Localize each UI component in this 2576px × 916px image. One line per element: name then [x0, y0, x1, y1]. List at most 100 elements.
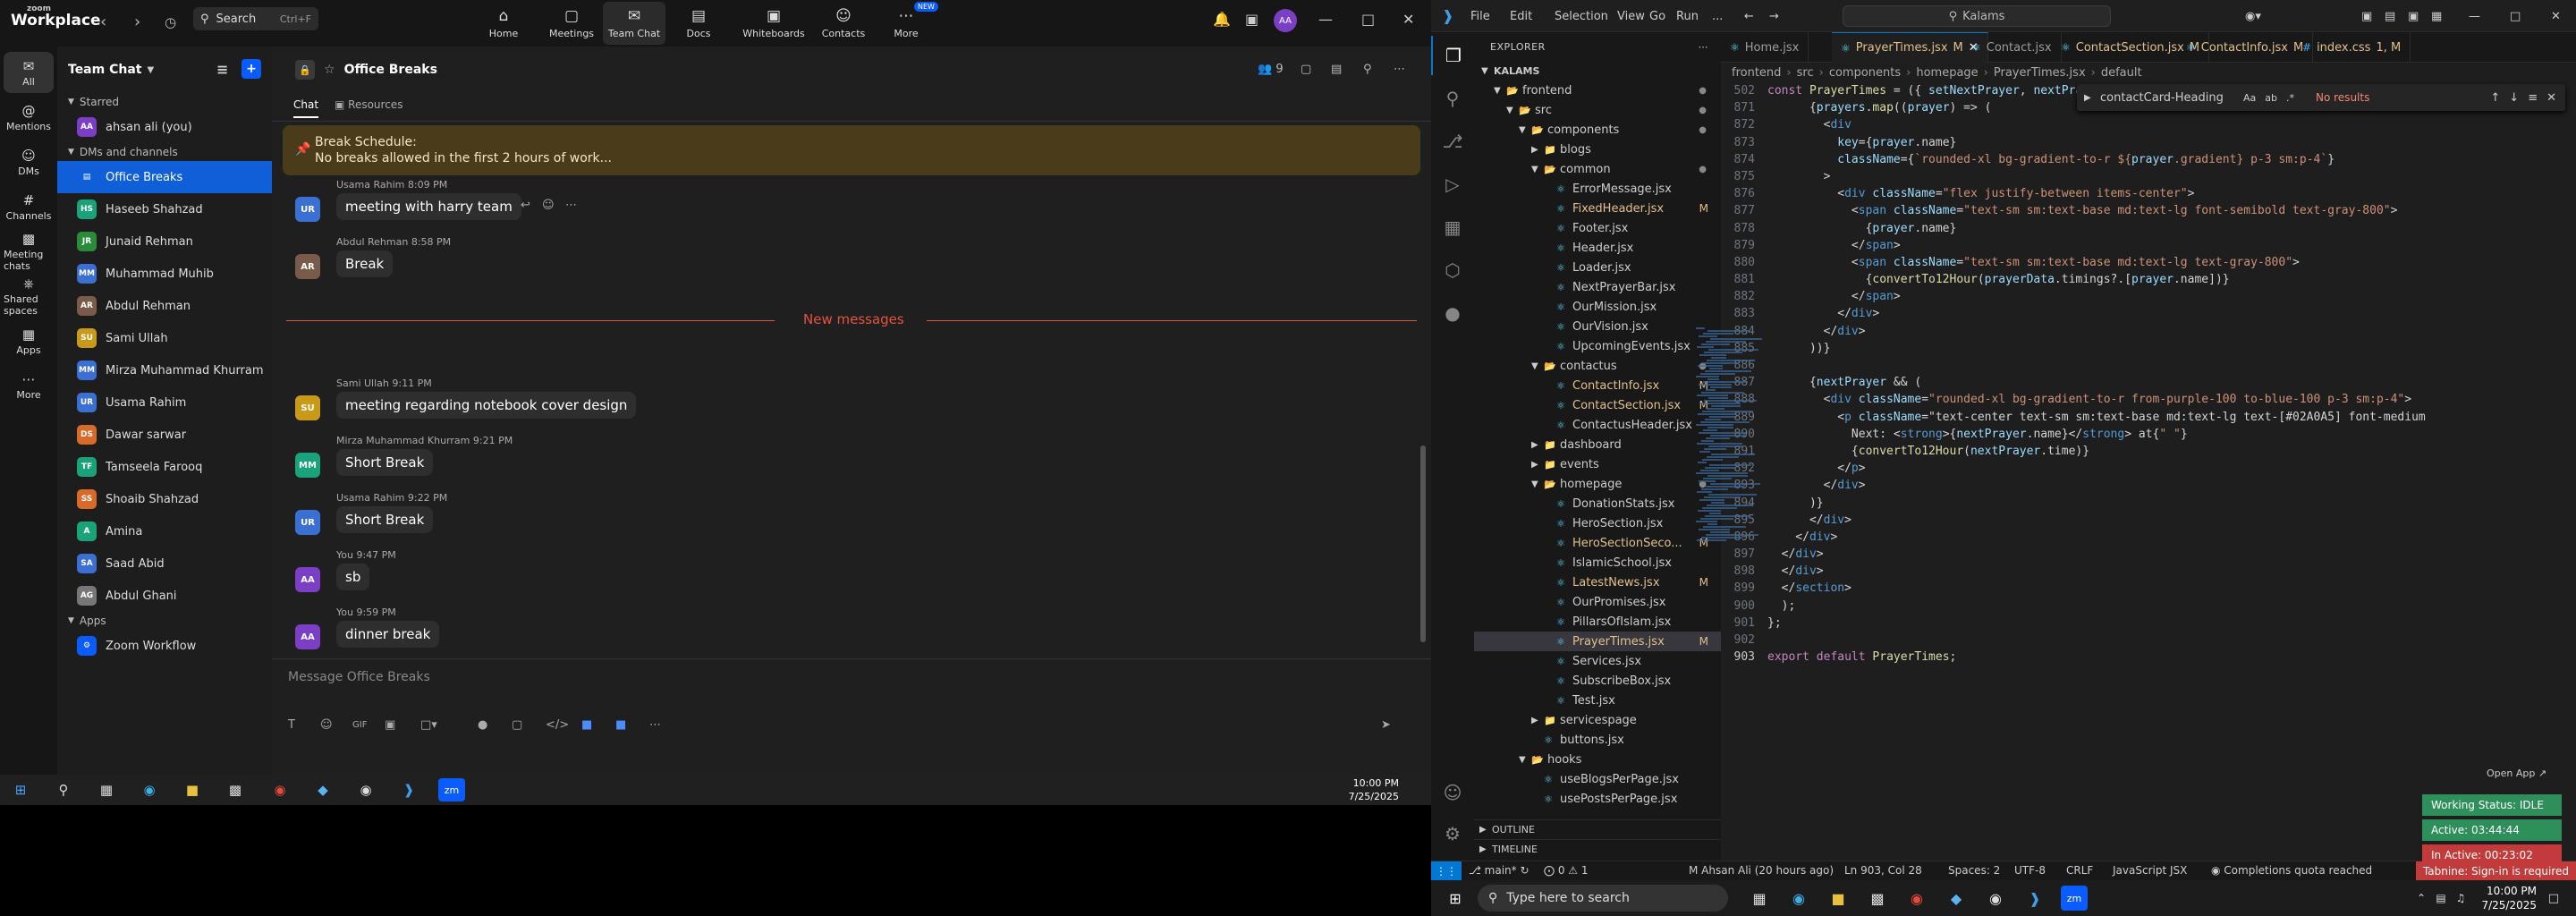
sidebar-item-shoaib-shahzad[interactable]: SS Shoaib Shahzad [57, 483, 272, 515]
message-input[interactable] [288, 666, 1272, 688]
sidebar-item-office-breaks[interactable]: ▤ Office Breaks [57, 161, 272, 193]
mic-icon[interactable]: ● [478, 718, 487, 732]
video-icon[interactable]: ▢ [512, 718, 522, 732]
search-icon[interactable]: ⚲ [50, 778, 77, 802]
sidebar-item-saad-abid[interactable]: SA Saad Abid [57, 547, 272, 580]
code-line[interactable]: 896 </div> [1721, 529, 2576, 546]
find-in-selection-icon[interactable]: ≡ [2528, 91, 2538, 105]
code-line[interactable]: 877 <span className="text-sm sm:text-bas… [1721, 202, 2576, 219]
chat-message[interactable]: AA You 9:59 PM dinner break [290, 606, 1363, 657]
more-icon[interactable]: ⋯ [649, 718, 661, 732]
tree-item[interactable]: ⚛ ContactusHeader.jsx [1474, 415, 1721, 435]
sidebar-item-usama-rahim[interactable]: UR Usama Rahim [57, 386, 272, 419]
editor-tab[interactable]: ⚛ Home.jsx [1721, 32, 1809, 63]
language-mode[interactable]: JavaScript JSX [2113, 864, 2187, 877]
sidebar-item-app[interactable]: ⚙ Zoom Workflow [57, 630, 272, 662]
code-line[interactable]: 890 Next: <strong>{nextPrayer.name}</str… [1721, 426, 2576, 443]
code-line[interactable]: 891 {convertTo12Hour(nextPrayer.time)} [1721, 443, 2576, 460]
code-line[interactable]: 884 </div> [1721, 323, 2576, 340]
code-line[interactable]: 894 )} [1721, 495, 2576, 512]
line-ending[interactable]: CRLF [2066, 864, 2093, 877]
app-icon[interactable]: ■ [581, 718, 592, 732]
gif-icon[interactable]: GIF [352, 720, 367, 730]
tree-item[interactable]: ▶ 📁 blogs [1474, 140, 1721, 159]
source-control-icon[interactable]: ⎇ [1431, 122, 1474, 161]
arrow-down-icon[interactable]: ↓ [2509, 91, 2519, 105]
search-icon[interactable]: ⚲ [1363, 63, 1372, 76]
topnav-team-chat[interactable]: ✉ Team Chat [603, 2, 665, 45]
topnav-meetings[interactable]: ▢ Meetings [540, 2, 603, 45]
breadcrumb-item[interactable]: frontend [1732, 66, 1781, 80]
tree-item[interactable]: ⚛ OurMission.jsx [1474, 297, 1721, 317]
timeline-section[interactable]: ▶ TIMELINE [1474, 839, 1721, 859]
tree-item[interactable]: ⚛ PrayerTimes.jsx M [1474, 632, 1721, 651]
code-line[interactable]: 872 <div [1721, 116, 2576, 133]
editor-tab[interactable]: ⚛ Contact.jsx [1962, 32, 2062, 63]
git-branch[interactable]: ⎇ main* ↻ [1469, 864, 1530, 877]
minimize-icon[interactable]: — [1318, 11, 1333, 28]
code-line[interactable]: 876 <div className="flex justify-between… [1721, 185, 2576, 202]
sidebar-item-mirza-muhammad-khurram[interactable]: MM Mirza Muhammad Khurram [57, 354, 272, 386]
close-icon[interactable]: ✕ [2546, 91, 2556, 105]
more-icon[interactable]: ⋯ [1394, 63, 1405, 76]
more-icon[interactable]: ⋯ [565, 199, 577, 212]
pinned-message[interactable]: 📌 Break Schedule: No breaks allowed in t… [283, 125, 1420, 175]
bell-icon[interactable]: 🔔 [1213, 11, 1231, 28]
outline-section[interactable]: ▶ OUTLINE [1474, 819, 1721, 839]
folder-icon[interactable]: ■ [1825, 886, 1852, 911]
starred-section[interactable]: ▼ Starred [57, 93, 272, 111]
screenshot-icon[interactable]: ▣ [385, 718, 395, 732]
code-line[interactable]: 886 [1721, 357, 2576, 374]
folder-icon[interactable]: ■ [179, 778, 206, 802]
tree-item[interactable]: ⚛ LatestNews.jsx M [1474, 572, 1721, 592]
volume-icon[interactable]: ♫ [2447, 886, 2474, 911]
code-line[interactable]: 897 </div> [1721, 546, 2576, 563]
breadcrumb-item[interactable]: PrayerTimes.jsx [1994, 66, 2086, 80]
channel-title[interactable]: Office Breaks [344, 63, 437, 77]
mongodb-icon[interactable]: ● [1431, 293, 1474, 333]
tree-item[interactable]: ⚛ HeroSectionSeco... M [1474, 533, 1721, 553]
arrow-up-icon[interactable]: ↑ [2490, 91, 2500, 105]
tree-item[interactable]: ⚛ OurVision.jsx [1474, 317, 1721, 336]
scrollbar[interactable] [1420, 445, 1426, 642]
copilot-icon[interactable]: ◉▾ [2245, 10, 2261, 23]
apps-section[interactable]: ▼ Apps [57, 612, 272, 630]
code-line[interactable]: 899 </section> [1721, 580, 2576, 597]
tree-item[interactable]: ⚛ IslamicSchool.jsx [1474, 553, 1721, 572]
sidebar-item-dawar-sarwar[interactable]: DS Dawar sarwar [57, 419, 272, 451]
rail-more[interactable]: ⋯ More [4, 365, 54, 406]
code-line[interactable]: 875 > [1721, 168, 2576, 185]
tree-item[interactable]: ▼ 📂 contactus ● [1474, 356, 1721, 376]
menu-item[interactable]: Run [1676, 10, 1699, 23]
tree-item[interactable]: ⚛ HeroSection.jsx [1474, 513, 1721, 533]
avatar[interactable]: AA [1274, 9, 1297, 32]
history-icon[interactable]: ◷ [165, 14, 176, 30]
git-blame[interactable]: M Ahsan Ali (20 hours ago) [1689, 864, 1834, 877]
more-icon[interactable]: ⋯ [1699, 41, 1709, 53]
tree-item[interactable]: ▶ 📁 events [1474, 454, 1721, 474]
video-camera-icon[interactable]: ▢ [1301, 63, 1311, 76]
chat-message[interactable]: AR Abdul Rehman 8:58 PM Break [290, 236, 1363, 286]
layout-icon[interactable]: ▣ [2361, 10, 2372, 23]
rail-shared-spaces[interactable]: ⎈ Shared spaces [4, 276, 54, 317]
topnav-contacts[interactable]: ☺ Contacts [812, 2, 875, 45]
topnav-docs[interactable]: ▤ Docs [667, 2, 730, 45]
tree-item[interactable]: ⚛ Services.jsx [1474, 651, 1721, 671]
sidebar-item-sami-ullah[interactable]: SU Sami Ullah [57, 322, 272, 354]
code-line[interactable]: 880 <span className="text-sm sm:text-bas… [1721, 254, 2576, 271]
sidebar-item-self[interactable]: AA ahsan ali (you) [57, 111, 272, 143]
taskbar-search[interactable]: ⚲ Type here to search [1478, 885, 1728, 912]
tree-item[interactable]: ⚛ usePostsPerPage.jsx [1474, 789, 1721, 809]
tree-item[interactable]: ▶ 📁 dashboard [1474, 435, 1721, 454]
rail-all[interactable]: ✉ All [4, 52, 54, 93]
rail-dms[interactable]: ☺ DMs [4, 141, 54, 182]
tree-item[interactable]: ⚛ UpcomingEvents.jsx [1474, 336, 1721, 356]
minimize-icon[interactable]: — [2469, 10, 2480, 23]
files-icon[interactable]: ❐ [1431, 36, 1474, 75]
find-input[interactable]: contactCard-Heading [2100, 91, 2234, 105]
chrome-icon[interactable]: ◉ [267, 778, 293, 802]
layout-icon[interactable]: ▦ [2431, 10, 2442, 23]
emoji-icon[interactable]: ☺ [542, 199, 555, 212]
tree-item[interactable]: ▼ 📂 common ● [1474, 159, 1721, 179]
menu-item[interactable]: Edit [1510, 10, 1532, 23]
